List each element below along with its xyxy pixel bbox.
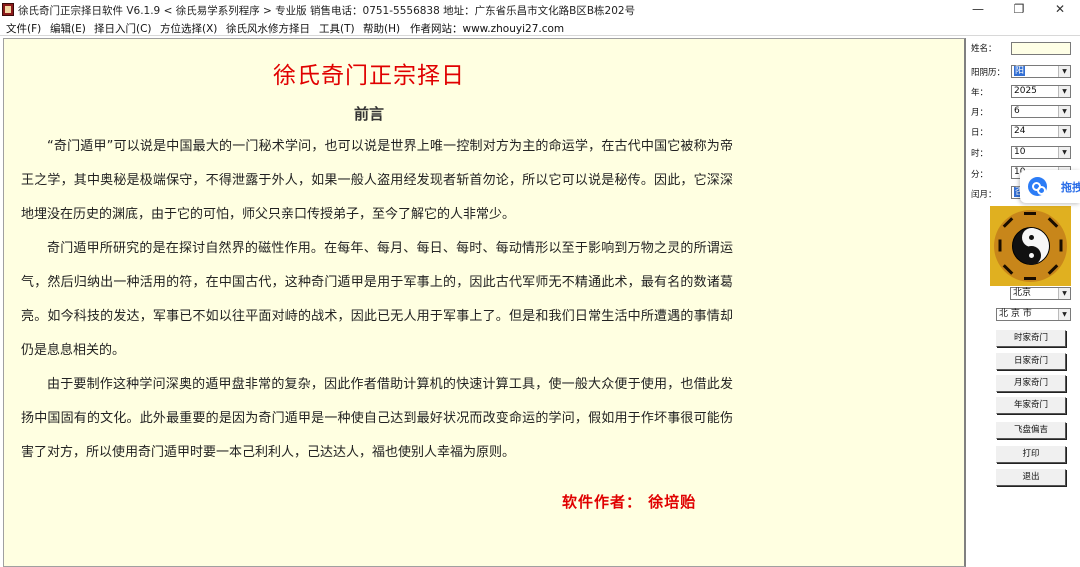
- leap-month-label: 闰月：: [971, 190, 997, 200]
- input-panel: 姓名： 阳阴历： 阳 ▼ 年： 2025 ▼ 月： 6 ▼ 日： 24 ▼ 时： 10 ▼…: [968, 36, 1080, 567]
- chevron-down-icon[interactable]: ▼: [1058, 126, 1070, 137]
- chevron-down-icon[interactable]: ▼: [1058, 106, 1070, 117]
- yin-yang-icon: [1012, 227, 1050, 265]
- year-select[interactable]: 2025 ▼: [1011, 85, 1071, 98]
- menu-file[interactable]: 文件(F): [6, 21, 41, 36]
- province-value: 北京: [1013, 288, 1032, 298]
- exit-button[interactable]: 退出: [996, 469, 1066, 486]
- menu-date-intro[interactable]: 择日入门(C): [94, 21, 152, 36]
- year-value: 2025: [1014, 86, 1037, 96]
- hour-select[interactable]: 10 ▼: [1011, 146, 1071, 159]
- day-label: 日：: [971, 128, 989, 138]
- paragraph: 奇门遁甲所研究的是在探讨自然界的磁性作用。在每年、每月、每日、每时、每动情形以至…: [21, 241, 733, 358]
- minute-label: 分：: [971, 170, 989, 180]
- calendar-value: 阳: [1014, 66, 1026, 76]
- paragraph: “奇门遁甲”可以说是中国最大的一门秘术学问，也可以说是世界上唯一控制对方为主的命…: [21, 139, 733, 222]
- city-value: 北 京 市: [999, 309, 1032, 319]
- name-input[interactable]: [1011, 42, 1071, 55]
- bagua-taiji-icon: [990, 206, 1071, 286]
- app-icon[interactable]: [2, 3, 14, 16]
- menu-fengshui[interactable]: 徐氏风水修方择日: [226, 21, 310, 36]
- menu-bar: 文件(F) 编辑(E) 择日入门(C) 方位选择(X) 徐氏风水修方择日 工具(…: [0, 19, 1080, 36]
- minimize-icon[interactable]: —: [958, 0, 998, 19]
- menu-author-site[interactable]: 作者网站：www.zhouyi27.com: [410, 21, 564, 36]
- province-select[interactable]: 北京 ▼: [1010, 287, 1071, 300]
- chevron-down-icon[interactable]: ▼: [1058, 147, 1070, 158]
- print-button[interactable]: 打印: [996, 446, 1066, 463]
- cloud-drive-icon: [1028, 177, 1047, 196]
- menu-help[interactable]: 帮助(H): [363, 21, 400, 36]
- chevron-down-icon[interactable]: ▼: [1058, 86, 1070, 97]
- document-title: 徐氏奇门正宗择日: [273, 63, 465, 89]
- floating-drag-tab[interactable]: 拖拽: [1020, 170, 1080, 203]
- month-qimen-button[interactable]: 月家奇门: [996, 375, 1066, 392]
- title-bar: 徐氏奇门正宗择日软件 V6.1.9 < 徐氏易学系列程序 > 专业版 销售电话：…: [0, 0, 1080, 19]
- month-value: 6: [1014, 106, 1020, 116]
- author-signature: 软件作者： 徐培贻: [562, 493, 697, 511]
- menu-direction[interactable]: 方位选择(X): [160, 21, 217, 36]
- paragraph: 由于要制作这种学问深奥的遁甲盘非常的复杂，因此作者借助计算机的快速计算工具，使一…: [21, 377, 733, 460]
- calendar-label: 阳阴历：: [971, 68, 1006, 78]
- close-icon[interactable]: ✕: [1040, 0, 1080, 19]
- chevron-down-icon[interactable]: ▼: [1058, 309, 1070, 320]
- floating-tab-label: 拖拽: [1061, 181, 1080, 194]
- month-label: 月：: [971, 108, 989, 118]
- calendar-select[interactable]: 阳 ▼: [1011, 65, 1071, 78]
- year-qimen-button[interactable]: 年家奇门: [996, 397, 1066, 414]
- flying-plate-button[interactable]: 飞盘偏吉: [996, 422, 1066, 439]
- day-select[interactable]: 24 ▼: [1011, 125, 1071, 138]
- hour-qimen-button[interactable]: 时家奇门: [996, 330, 1066, 347]
- menu-tools[interactable]: 工具(T): [319, 21, 355, 36]
- city-select[interactable]: 北 京 市 ▼: [996, 308, 1071, 321]
- day-qimen-button[interactable]: 日家奇门: [996, 353, 1066, 370]
- preface-panel: 徐氏奇门正宗择日 前言 “奇门遁甲”可以说是中国最大的一门秘术学问，也可以说是世…: [3, 38, 966, 567]
- restore-icon[interactable]: ❐: [999, 0, 1039, 19]
- preface-heading: 前言: [353, 105, 384, 123]
- year-label: 年：: [971, 88, 989, 98]
- menu-edit[interactable]: 编辑(E): [50, 21, 86, 36]
- day-value: 24: [1014, 126, 1026, 136]
- chevron-down-icon[interactable]: ▼: [1058, 288, 1070, 299]
- hour-label: 时：: [971, 149, 989, 159]
- month-select[interactable]: 6 ▼: [1011, 105, 1071, 118]
- hour-value: 10: [1014, 147, 1026, 157]
- name-label: 姓名：: [971, 44, 997, 54]
- window-title: 徐氏奇门正宗择日软件 V6.1.9 < 徐氏易学系列程序 > 专业版 销售电话：…: [18, 5, 636, 17]
- chevron-down-icon[interactable]: ▼: [1058, 66, 1070, 77]
